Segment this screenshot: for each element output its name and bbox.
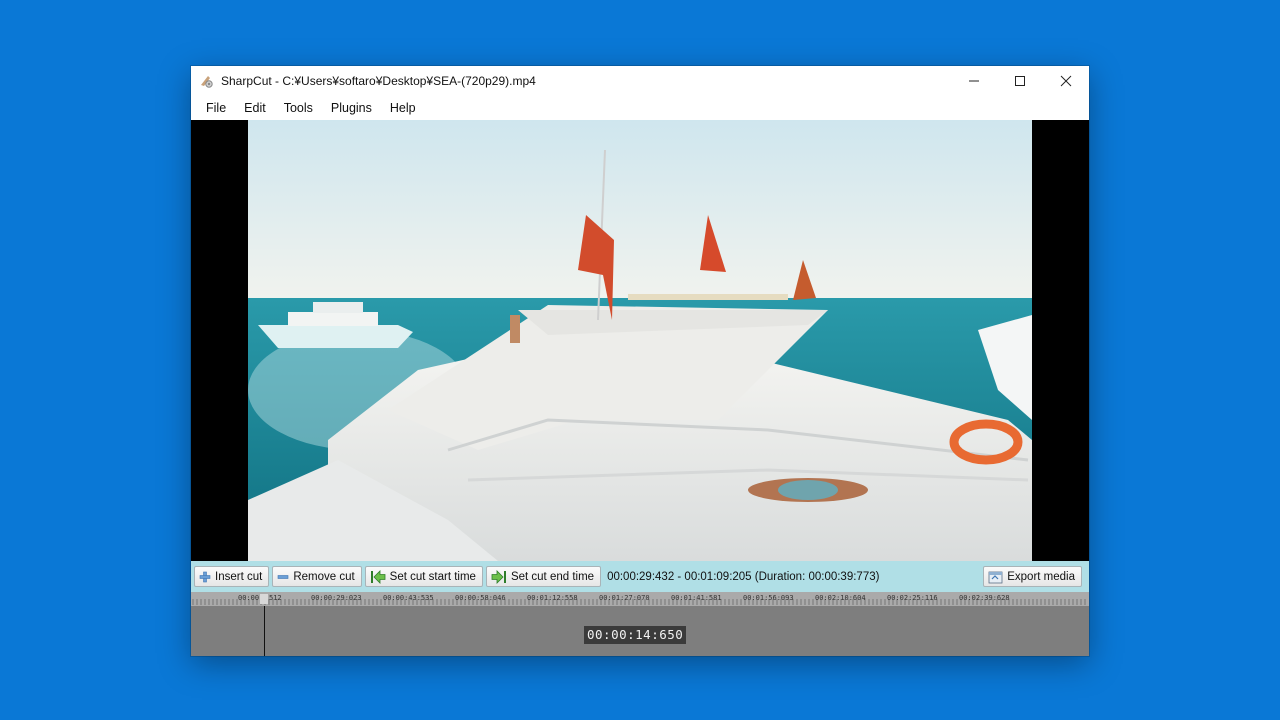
video-frame[interactable] <box>248 120 1032 561</box>
set-cut-end-button[interactable]: Set cut end time <box>485 566 602 587</box>
remove-cut-label: Remove cut <box>293 570 355 583</box>
set-cut-start-label: Set cut start time <box>389 570 476 583</box>
tick-label: 00:02:10:604 <box>815 594 866 602</box>
timeline[interactable]: 00:00 512 00:00:29:023 00:00:43:535 00:0… <box>191 592 1089 656</box>
tick-label: 00:01:41:581 <box>671 594 722 602</box>
menu-bar: File Edit Tools Plugins Help <box>191 96 1089 120</box>
title-bar[interactable]: SharpCut - C:¥Users¥softaro¥Desktop¥SEA-… <box>191 66 1089 96</box>
close-button[interactable] <box>1043 66 1089 96</box>
minus-icon <box>278 574 289 579</box>
menu-tools[interactable]: Tools <box>275 98 322 118</box>
tick-label: 00:00:43:535 <box>383 594 434 602</box>
export-icon <box>988 571 1003 583</box>
timeline-ruler[interactable]: 00:00 512 00:00:29:023 00:00:43:535 00:0… <box>191 592 1089 606</box>
maximize-icon <box>1015 76 1025 86</box>
video-player[interactable] <box>191 120 1089 561</box>
tick-label: 00:01:12:558 <box>527 594 578 602</box>
tick-label: 00:02:25:116 <box>887 594 938 602</box>
maximize-button[interactable] <box>997 66 1043 96</box>
app-window: SharpCut - C:¥Users¥softaro¥Desktop¥SEA-… <box>191 66 1089 656</box>
export-media-label: Export media <box>1007 570 1075 583</box>
menu-help[interactable]: Help <box>381 98 425 118</box>
playhead-line[interactable] <box>264 606 265 656</box>
playhead-handle[interactable] <box>260 594 268 604</box>
insert-cut-label: Insert cut <box>215 570 263 583</box>
set-cut-end-label: Set cut end time <box>510 570 595 583</box>
minimize-button[interactable] <box>951 66 997 96</box>
insert-cut-button[interactable]: Insert cut <box>194 566 270 587</box>
window-controls <box>951 66 1089 96</box>
tick-label: 00:00:29:023 <box>311 594 362 602</box>
sharpcut-app-icon <box>201 76 213 88</box>
cut-toolbar: Insert cut Remove cut Set cut start time… <box>191 561 1089 592</box>
arrow-left-icon <box>370 569 386 584</box>
export-media-button[interactable]: Export media <box>983 566 1082 587</box>
tick-label: 00:01:56:093 <box>743 594 794 602</box>
menu-file[interactable]: File <box>197 98 235 118</box>
plus-icon <box>199 571 211 582</box>
current-time-display: 00:00:14:650 <box>584 626 687 644</box>
cut-range-text: 00:00:29:432 - 00:01:09:205 (Duration: 0… <box>607 570 880 583</box>
remove-cut-button[interactable]: Remove cut <box>272 566 362 587</box>
video-image-yacht <box>248 120 1032 561</box>
tick-label: 512 <box>269 594 282 602</box>
tick-label: 00:00:58:046 <box>455 594 506 602</box>
set-cut-start-button[interactable]: Set cut start time <box>364 566 483 587</box>
window-title: SharpCut - C:¥Users¥softaro¥Desktop¥SEA-… <box>221 74 536 88</box>
close-icon <box>1060 75 1072 87</box>
tick-label: 00:01:27:070 <box>599 594 650 602</box>
minimize-icon <box>969 80 979 82</box>
arrow-right-icon <box>491 569 506 584</box>
menu-edit[interactable]: Edit <box>235 98 275 118</box>
tick-label: 00:00 <box>238 594 260 602</box>
menu-plugins[interactable]: Plugins <box>322 98 381 118</box>
tick-label: 00:02:39:628 <box>959 594 1010 602</box>
